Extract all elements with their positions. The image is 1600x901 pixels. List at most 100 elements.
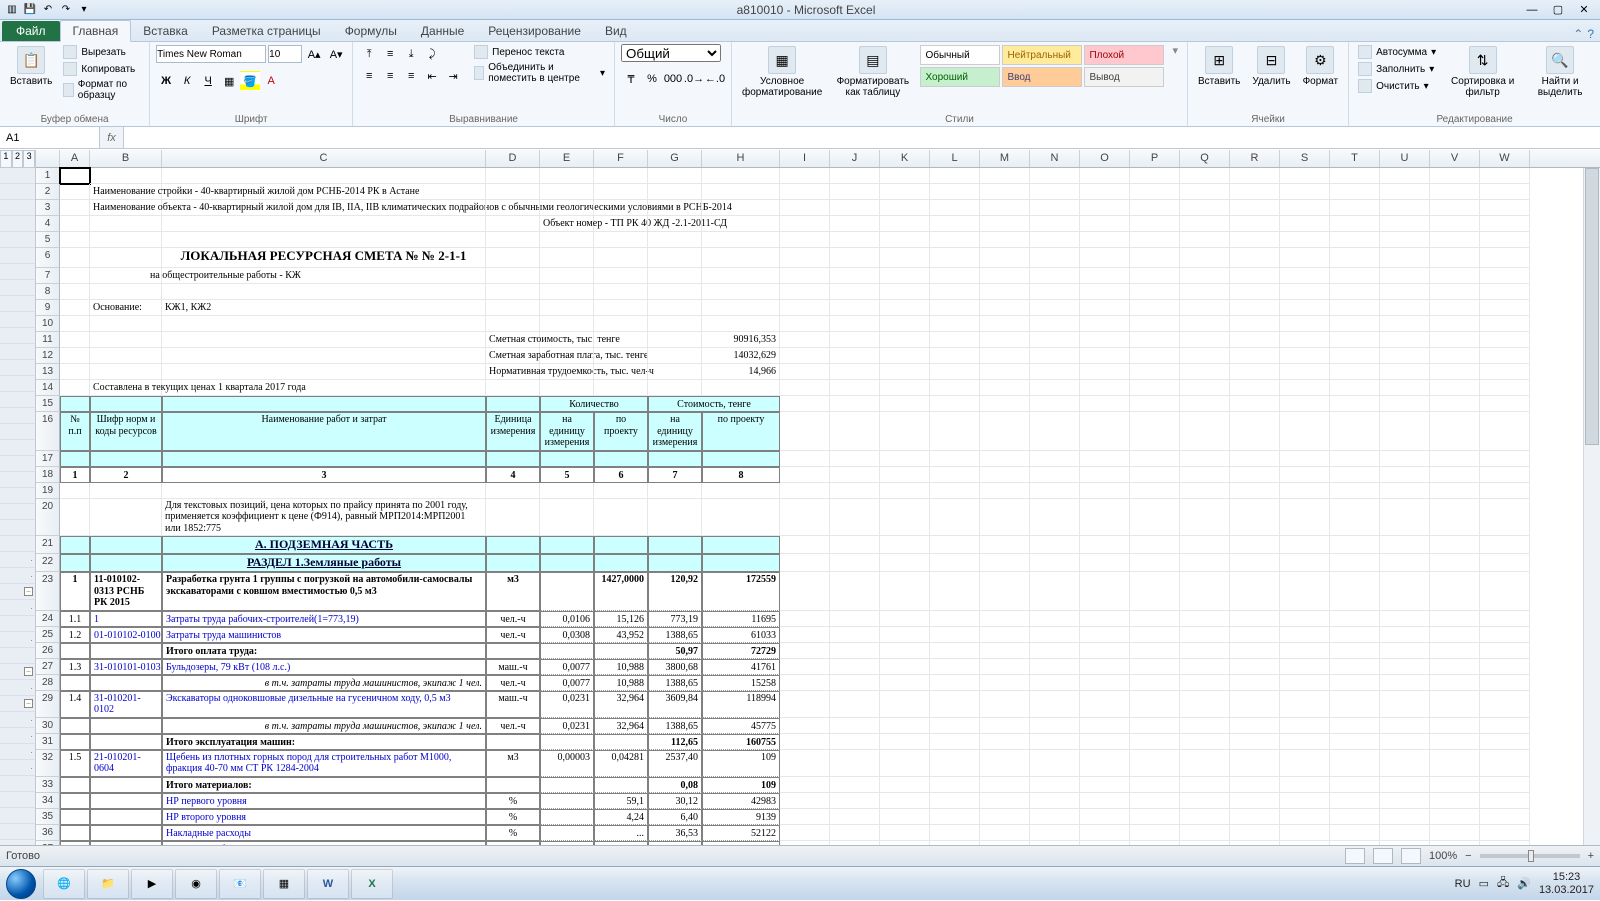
cell[interactable] (1080, 499, 1130, 537)
cell[interactable] (540, 734, 594, 750)
tray-clock[interactable]: 15:23 13.03.2017 (1539, 871, 1594, 895)
cell[interactable] (1080, 825, 1130, 841)
border-button[interactable]: ▦ (219, 71, 239, 91)
row-header[interactable]: 19 (36, 483, 60, 499)
cell[interactable] (1130, 200, 1180, 216)
row-header[interactable]: 24 (36, 611, 60, 627)
cell[interactable] (1030, 793, 1080, 809)
cell[interactable] (830, 168, 880, 184)
cell[interactable] (1080, 348, 1130, 364)
cell[interactable] (1430, 268, 1480, 284)
outline-row[interactable] (0, 424, 35, 440)
cell[interactable] (780, 380, 830, 396)
cell[interactable] (980, 216, 1030, 232)
cell[interactable] (1030, 825, 1080, 841)
cell[interactable] (1130, 348, 1180, 364)
cell[interactable] (594, 348, 648, 364)
cell[interactable] (930, 536, 980, 554)
cell[interactable] (1330, 268, 1380, 284)
style-neutral[interactable]: Нейтральный (1002, 45, 1082, 65)
cell[interactable] (880, 396, 930, 412)
outline-row[interactable]: · (0, 712, 35, 728)
cell[interactable] (1180, 809, 1230, 825)
cell[interactable] (540, 825, 594, 841)
row-header[interactable]: 8 (36, 284, 60, 300)
orientation-icon[interactable]: ⤸ (422, 44, 442, 64)
cell[interactable] (1480, 554, 1530, 572)
cell[interactable] (980, 232, 1030, 248)
cell[interactable] (1080, 380, 1130, 396)
cell[interactable] (648, 200, 702, 216)
cell[interactable]: НР второго уровня (162, 809, 486, 825)
cell[interactable] (648, 451, 702, 467)
cell[interactable] (1430, 348, 1480, 364)
cell[interactable] (830, 412, 880, 451)
cell[interactable] (1130, 380, 1180, 396)
cell[interactable]: Бульдозеры, 79 кВт (108 л.с.) (162, 659, 486, 675)
cell[interactable] (90, 168, 162, 184)
cell[interactable] (648, 300, 702, 316)
cell[interactable]: КЖ1, КЖ2 (162, 300, 486, 316)
taskbar-outlook-icon[interactable]: 📧 (219, 869, 261, 899)
cell[interactable] (780, 184, 830, 200)
cell[interactable] (830, 268, 880, 284)
cell[interactable] (880, 572, 930, 611)
outline-collapse-icon[interactable]: − (24, 587, 33, 596)
col-header[interactable]: W (1480, 150, 1530, 167)
cell[interactable]: 42983 (702, 793, 780, 809)
cell[interactable] (90, 734, 162, 750)
cell[interactable] (1130, 536, 1180, 554)
cell[interactable] (1430, 536, 1480, 554)
cell[interactable] (930, 809, 980, 825)
cell[interactable] (1330, 750, 1380, 777)
cell[interactable] (1330, 809, 1380, 825)
cell[interactable] (780, 396, 830, 412)
cell[interactable] (648, 216, 702, 232)
cell[interactable] (1180, 451, 1230, 467)
cell[interactable] (780, 691, 830, 718)
cell[interactable] (1030, 380, 1080, 396)
cell[interactable] (880, 793, 930, 809)
save-icon[interactable]: 💾 (22, 2, 38, 18)
row-header[interactable]: 7 (36, 268, 60, 284)
cell[interactable] (1030, 216, 1080, 232)
cell[interactable] (1380, 718, 1430, 734)
cell[interactable]: по проекту (594, 412, 648, 451)
cell[interactable] (1130, 268, 1180, 284)
cell[interactable] (1280, 734, 1330, 750)
cell[interactable] (980, 499, 1030, 537)
row-header[interactable]: 14 (36, 380, 60, 396)
cell[interactable] (980, 268, 1030, 284)
cell[interactable] (702, 316, 780, 332)
outline-row[interactable]: · (0, 600, 35, 616)
cell[interactable]: чел.-ч (486, 675, 540, 691)
cell[interactable] (780, 268, 830, 284)
cell[interactable] (830, 627, 880, 643)
start-button[interactable] (0, 867, 42, 901)
cell[interactable] (1080, 467, 1130, 483)
cell[interactable] (1430, 809, 1480, 825)
cell[interactable] (830, 380, 880, 396)
cell[interactable] (90, 332, 162, 348)
cell[interactable]: 9139 (702, 809, 780, 825)
cell[interactable] (880, 200, 930, 216)
outline-level-1[interactable]: 1 (0, 150, 12, 168)
cell[interactable] (1380, 396, 1430, 412)
cell[interactable] (780, 777, 830, 793)
cell[interactable] (1230, 718, 1280, 734)
cell[interactable] (980, 554, 1030, 572)
cell[interactable] (930, 643, 980, 659)
cell[interactable] (880, 316, 930, 332)
cell[interactable] (1130, 483, 1180, 499)
cell[interactable] (1030, 348, 1080, 364)
cell[interactable]: 1.3 (60, 659, 90, 675)
cell[interactable] (1380, 554, 1430, 572)
cell[interactable] (1130, 451, 1180, 467)
cell[interactable] (780, 809, 830, 825)
cell[interactable] (702, 554, 780, 572)
cell[interactable] (1430, 483, 1480, 499)
cell[interactable] (90, 348, 162, 364)
cell[interactable] (930, 611, 980, 627)
cell[interactable] (1480, 200, 1530, 216)
cell[interactable] (1180, 734, 1230, 750)
